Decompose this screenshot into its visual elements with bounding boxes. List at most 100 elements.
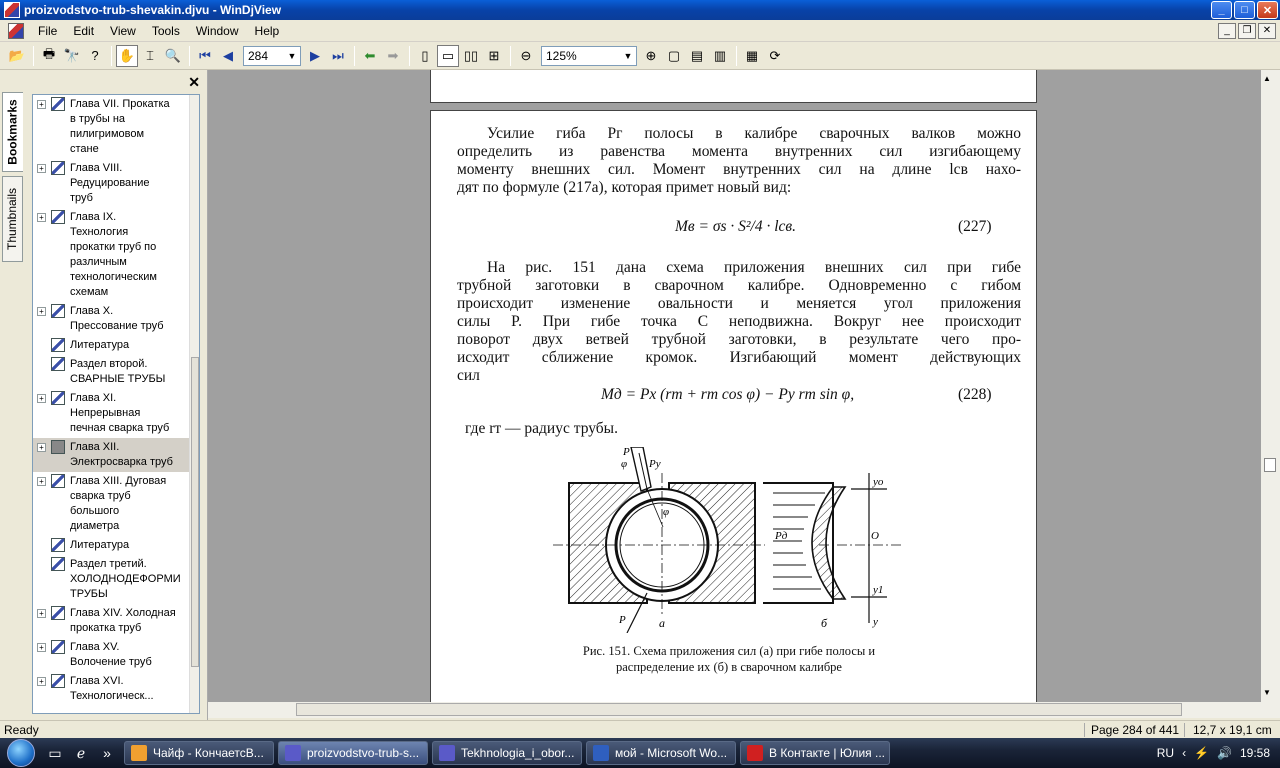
expand-toggle-icon[interactable]: + [37, 477, 46, 486]
tab-thumbnails[interactable]: Thumbnails [2, 176, 23, 262]
vertical-scrollbar[interactable]: ▲ ▼ [1261, 70, 1280, 702]
bookmark-item[interactable]: + Глава VII. Прокатка в трубы на пилигрим… [33, 95, 191, 159]
status-size: 12,7 x 19,1 cm [1184, 723, 1278, 737]
fit-width-icon[interactable]: ▥ [709, 45, 731, 67]
select-tool-icon[interactable]: ⌶ [139, 45, 161, 67]
expand-toggle-icon[interactable]: + [37, 213, 46, 222]
menu-help[interactable]: Help [247, 24, 288, 38]
expand-toggle-icon[interactable]: + [37, 394, 46, 403]
bookmark-item[interactable]: + Глава IX. Технология прокатки труб по р… [33, 208, 191, 302]
first-page-icon[interactable]: ⏮ [194, 45, 216, 67]
minimize-button[interactable]: _ [1211, 1, 1232, 19]
doc-minimize-button[interactable]: _ [1218, 22, 1236, 39]
document-viewer[interactable]: Усилие гиба Pг полосы в калибре сварочны… [208, 70, 1261, 702]
zoom-combo[interactable]: 125% ▼ [541, 45, 637, 66]
close-button[interactable]: ✕ [1257, 1, 1278, 19]
tree-scrollbar[interactable] [189, 95, 199, 713]
back-icon[interactable]: ⬅ [359, 45, 381, 67]
expand-toggle-icon[interactable]: + [37, 164, 46, 173]
tab-bookmarks[interactable]: Bookmarks [2, 92, 23, 172]
close-icon[interactable]: ✕ [188, 74, 200, 91]
document-icon[interactable] [8, 22, 24, 39]
menu-window[interactable]: Window [188, 24, 247, 38]
previous-page-icon[interactable]: ◀ [217, 45, 239, 67]
ie-icon[interactable]: ℯ [70, 742, 92, 764]
show-desktop-icon[interactable]: ▭ [44, 742, 66, 764]
taskbar-button[interactable]: Чайф - КончаетсВ... [124, 741, 274, 765]
facing-pages-icon[interactable]: ▯▯ [460, 45, 482, 67]
horizontal-scrollbar[interactable] [208, 702, 1280, 718]
menu-tools[interactable]: Tools [144, 24, 188, 38]
open-icon[interactable]: 📂 [6, 45, 28, 67]
bookmark-item[interactable]: Раздел второй. СВАРНЫЕ ТРУБЫ [33, 355, 191, 389]
display-mode-icon[interactable]: ▦ [741, 45, 763, 67]
bookmark-item[interactable]: Раздел третий. ХОЛОДНОДЕФОРМИ ТРУБЫ [33, 555, 191, 604]
bookmark-item[interactable]: + Глава XI. Непрерывная печная сварка тру… [33, 389, 191, 438]
bookmark-item[interactable]: + Глава X. Прессование труб [33, 302, 191, 336]
bookmark-label: Глава XII. Электросварка труб [70, 441, 173, 468]
formula-228: Mд = Px (rт + rт cos φ) − Py rт sin φ, [601, 386, 855, 403]
language-indicator[interactable]: RU [1157, 746, 1174, 760]
clock[interactable]: 19:58 [1240, 746, 1270, 760]
taskbar-button[interactable]: мой - Microsoft Wo... [586, 741, 736, 765]
last-page-icon[interactable]: ⏭ [327, 45, 349, 67]
bookmark-label: Глава XVI. Технологическ... [70, 675, 154, 702]
page-number-combo[interactable]: 284 ▼ [243, 45, 301, 66]
bookmark-item[interactable]: + Глава XIII. Дуговая сварка труб большог… [33, 472, 191, 536]
continuous-icon[interactable]: ▭ [437, 44, 459, 67]
formula-number: (227) [958, 218, 992, 235]
forward-icon[interactable]: ➡ [382, 45, 404, 67]
tray-arrow-icon[interactable]: ‹ [1182, 746, 1186, 760]
menu-view[interactable]: View [102, 24, 144, 38]
chevron-right-icon[interactable]: » [96, 742, 118, 764]
hand-tool-icon[interactable]: ✋ [116, 44, 138, 67]
zoom-tool-icon[interactable]: 🔍 [162, 45, 184, 67]
bookmark-item[interactable]: Литература [33, 336, 191, 355]
expand-toggle-icon[interactable]: + [37, 307, 46, 316]
label-y1: y1 [872, 584, 883, 596]
actual-size-icon[interactable]: ▢ [663, 45, 685, 67]
bookmark-item[interactable]: + Глава XII. Электросварка труб [33, 438, 191, 472]
bookmark-item[interactable]: + Глава XIV. Холодная прокатка труб [33, 604, 191, 638]
taskbar-button[interactable]: В Контакте | Юлия ... [740, 741, 890, 765]
zoom-out-icon[interactable]: ⊖ [515, 45, 537, 67]
bookmark-item[interactable]: + Глава VIII. Редуцирование труб [33, 159, 191, 208]
paragraph-line: моменту внешних сил. Момент внутренних с… [457, 161, 1021, 178]
app-icon [285, 745, 301, 761]
chevron-down-icon[interactable]: ▼ [284, 47, 300, 65]
expand-toggle-icon[interactable]: + [37, 677, 46, 686]
continuous-facing-icon[interactable]: ⊞ [483, 45, 505, 67]
expand-toggle-icon[interactable]: + [37, 643, 46, 652]
next-page-icon[interactable]: ▶ [304, 45, 326, 67]
chevron-down-icon[interactable]: ▼ [620, 47, 636, 65]
help-icon[interactable]: ? [84, 45, 106, 67]
bookmark-item[interactable]: + Глава XV. Волочение труб [33, 638, 191, 672]
bookmark-item[interactable]: + Глава XVI. Технологическ... [33, 672, 191, 706]
menu-edit[interactable]: Edit [65, 24, 102, 38]
expand-toggle-icon[interactable]: + [37, 609, 46, 618]
scroll-down-icon[interactable]: ▼ [1263, 688, 1271, 697]
zoom-in-icon[interactable]: ⊕ [640, 45, 662, 67]
fit-page-icon[interactable]: ▤ [686, 45, 708, 67]
app-icon [439, 745, 455, 761]
maximize-button[interactable]: □ [1234, 1, 1255, 19]
print-icon[interactable]: 🖶 [38, 45, 60, 67]
doc-restore-button[interactable]: ❐ [1238, 22, 1256, 39]
scroll-thumb[interactable] [296, 703, 1182, 716]
rotate-icon[interactable]: ⟳ [764, 45, 786, 67]
single-page-icon[interactable]: ▯ [414, 45, 436, 67]
doc-close-button[interactable]: ✕ [1258, 22, 1276, 39]
start-button[interactable] [0, 738, 42, 768]
taskbar-button[interactable]: proizvodstvo-trub-s... [278, 741, 428, 765]
network-icon[interactable]: ⚡ [1194, 746, 1209, 760]
volume-icon[interactable]: 🔊 [1217, 746, 1232, 760]
scroll-up-icon[interactable]: ▲ [1263, 74, 1271, 83]
expand-toggle-icon[interactable]: + [37, 100, 46, 109]
scroll-thumb[interactable] [1264, 458, 1276, 472]
bookmark-tree[interactable]: + Глава VII. Прокатка в трубы на пилигрим… [32, 94, 200, 714]
expand-toggle-icon[interactable]: + [37, 443, 46, 452]
find-icon[interactable]: 🔭 [61, 45, 83, 67]
bookmark-item[interactable]: Литература [33, 536, 191, 555]
menu-file[interactable]: File [30, 24, 65, 38]
taskbar-button[interactable]: Tekhnologia_i_obor... [432, 741, 582, 765]
